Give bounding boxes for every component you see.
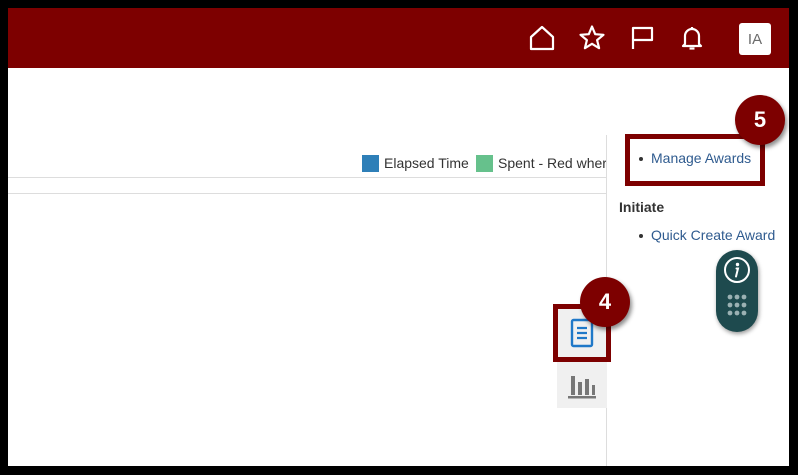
chart-view-button[interactable] xyxy=(557,362,607,408)
global-header: IA xyxy=(8,8,789,68)
flag-icon[interactable] xyxy=(626,22,658,54)
legend-swatch-spent xyxy=(476,154,493,172)
chart-axis-rule xyxy=(8,193,606,194)
callout-4: 4 xyxy=(580,277,630,327)
initiate-heading: Initiate xyxy=(619,199,665,215)
home-icon[interactable] xyxy=(526,22,558,54)
bar-chart-icon xyxy=(568,376,596,399)
callout-5: 5 xyxy=(735,95,785,145)
bell-icon[interactable] xyxy=(676,22,708,54)
legend-swatch-elapsed xyxy=(362,154,379,172)
quick-create-award-link[interactable]: Quick Create Award xyxy=(651,227,775,243)
star-icon[interactable] xyxy=(576,22,608,54)
user-avatar[interactable]: IA xyxy=(739,23,771,55)
legend-item-spent: Spent - Red wher xyxy=(476,154,607,172)
legend-item-elapsed: Elapsed Time xyxy=(362,154,469,172)
chart-top-rule xyxy=(8,177,606,178)
info-icon xyxy=(724,257,750,283)
legend-label-elapsed: Elapsed Time xyxy=(384,155,469,171)
app-frame: IA Elapsed Time Spent - Red wher Manage … xyxy=(8,8,789,466)
legend-label-spent: Spent - Red wher xyxy=(498,155,607,171)
keypad-icon xyxy=(727,294,747,316)
bullet xyxy=(639,234,643,238)
highlight-manage-awards xyxy=(625,134,765,186)
guided-help-widget[interactable] xyxy=(716,250,758,332)
